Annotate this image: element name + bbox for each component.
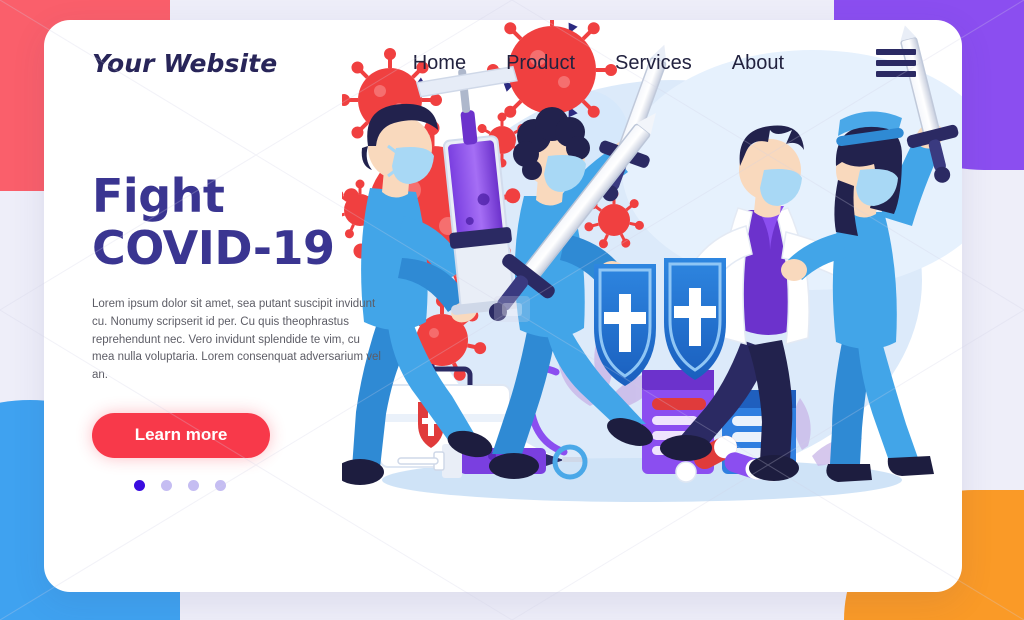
hamburger-icon[interactable] (876, 49, 916, 77)
nav-link-about[interactable]: About (732, 52, 784, 75)
hero-card: Your Website Home Product Services About (44, 20, 962, 592)
learn-more-button[interactable]: Learn more (92, 412, 270, 458)
hamburger-bar-1 (876, 49, 916, 55)
nav-link-services[interactable]: Services (615, 52, 692, 75)
page-title: Fight COVID-19 (92, 170, 402, 275)
nav-link-product[interactable]: Product (506, 52, 575, 75)
main-navigation: Home Product Services About (413, 49, 916, 77)
carousel-dots (134, 479, 402, 491)
hamburger-bar-3 (876, 71, 916, 77)
headline-line-1: Fight (92, 169, 225, 223)
hero-copy: Fight COVID-19 Lorem ipsum dolor sit ame… (92, 170, 402, 491)
headline-line-2: COVID-19 (92, 221, 335, 276)
carousel-dot-3[interactable] (188, 479, 199, 491)
nav-link-home[interactable]: Home (413, 52, 466, 75)
carousel-dot-4[interactable] (215, 479, 226, 491)
carousel-dot-1[interactable] (134, 479, 145, 491)
site-header: Your Website Home Product Services About (44, 20, 962, 106)
brand-logo[interactable]: Your Website (92, 49, 277, 78)
carousel-dot-2[interactable] (161, 479, 172, 491)
hero-paragraph: Lorem ipsum dolor sit amet, sea putant s… (92, 297, 381, 382)
hamburger-bar-2 (876, 60, 916, 66)
landing-page: Your Website Home Product Services About (0, 0, 1024, 620)
